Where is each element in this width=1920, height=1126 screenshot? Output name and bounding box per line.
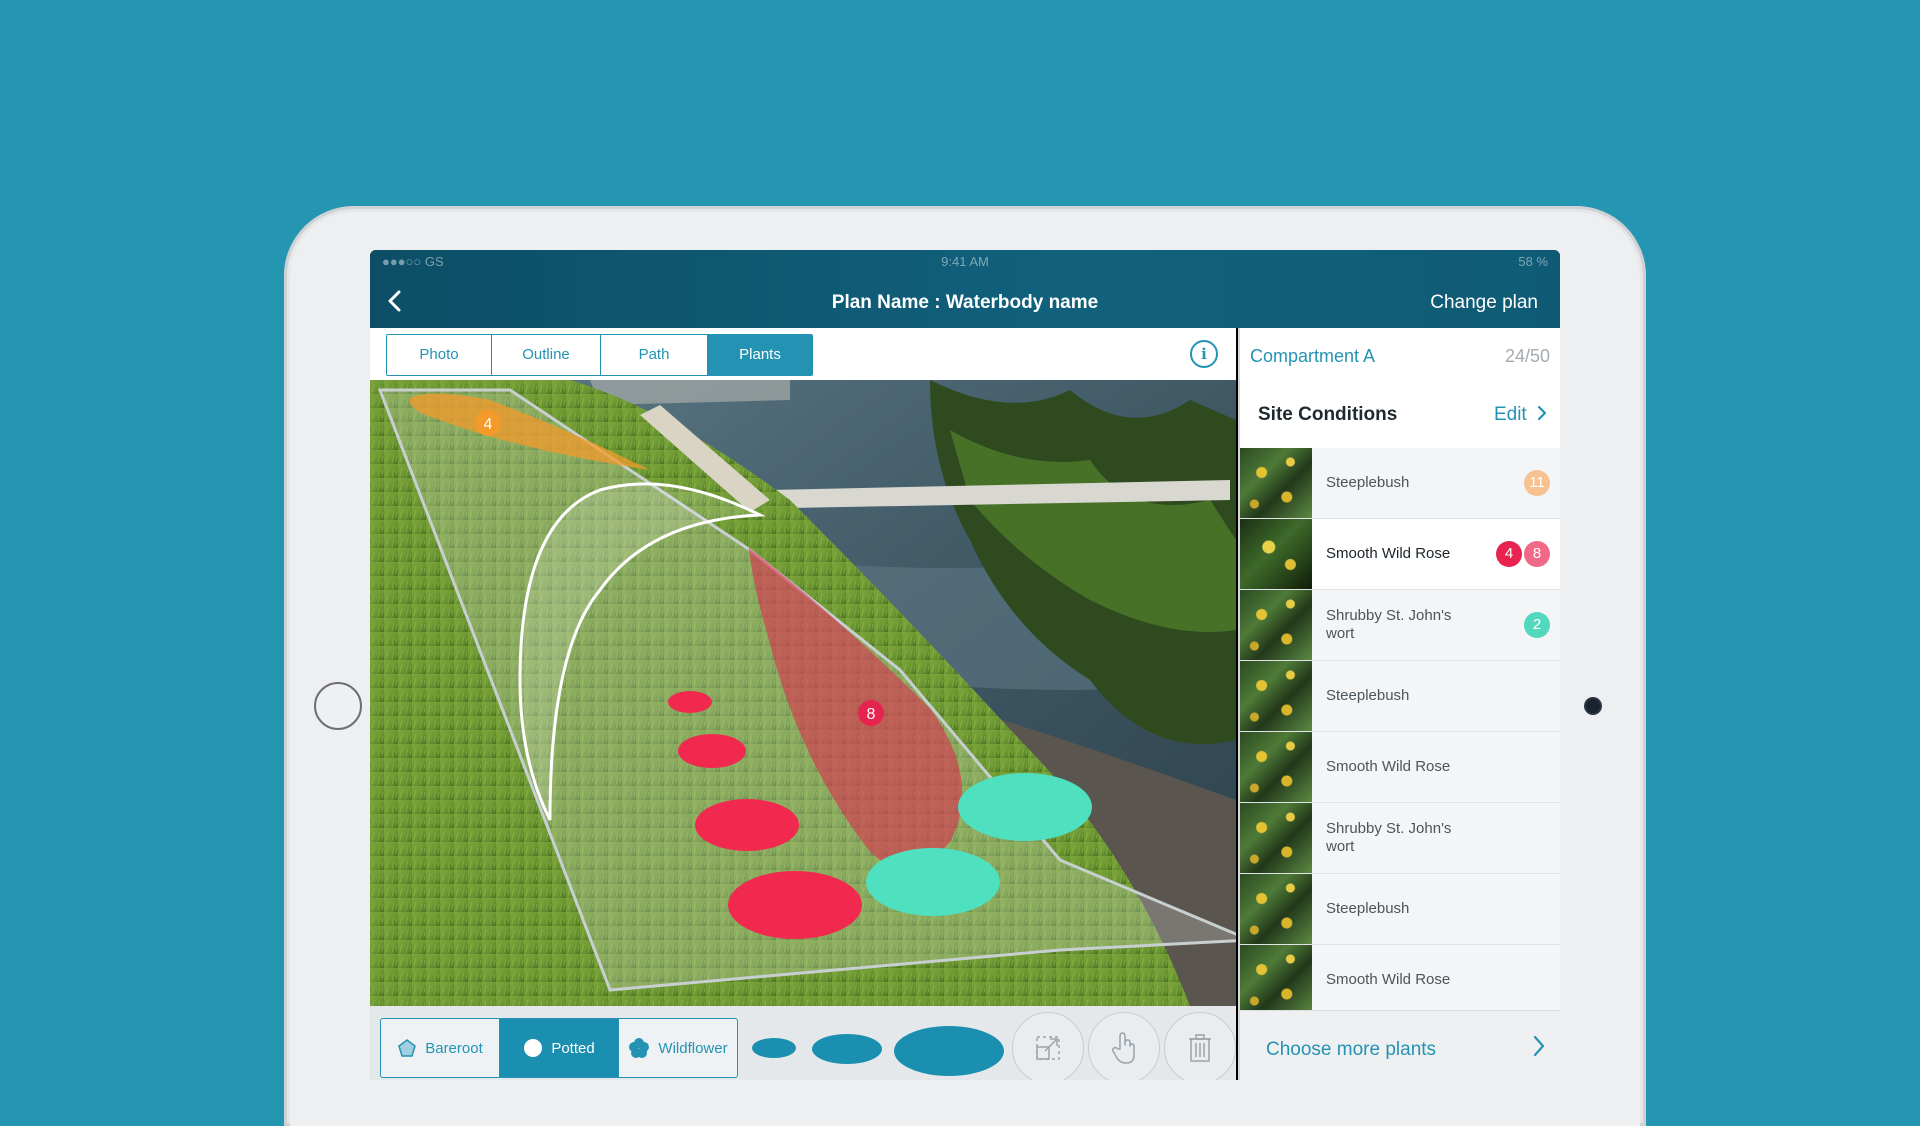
potted-plant-marker[interactable] bbox=[695, 799, 799, 851]
list-item[interactable]: Steeplebush bbox=[1240, 874, 1560, 945]
choose-more-label: Choose more plants bbox=[1266, 1039, 1437, 1060]
size-small-button[interactable] bbox=[752, 1038, 796, 1058]
plant-name: Steeplebush bbox=[1326, 687, 1410, 704]
compartment-selector[interactable]: Compartment A bbox=[1250, 346, 1375, 367]
site-conditions-row: Site Conditions Edit bbox=[1240, 380, 1560, 449]
chevron-right-icon bbox=[1533, 1035, 1545, 1057]
delete-button[interactable] bbox=[1164, 1012, 1236, 1080]
plant-name: Steeplebush bbox=[1326, 900, 1410, 917]
plant-tools-bar: Bareroot Potted Wildflower bbox=[370, 1006, 1236, 1080]
potted-button[interactable]: Potted bbox=[500, 1019, 619, 1077]
plant-thumbnail bbox=[1240, 661, 1312, 731]
photo-canvas[interactable]: 4 8 bbox=[370, 380, 1236, 1006]
plant-name: Shrubby St. John's wort bbox=[1326, 607, 1452, 642]
tab-path[interactable]: Path bbox=[601, 335, 708, 375]
plant-count-badges: 2 bbox=[1524, 612, 1550, 638]
potted-plant-marker[interactable] bbox=[958, 773, 1092, 841]
plant-thumbnail bbox=[1240, 803, 1312, 873]
region-count-label: 8 bbox=[867, 706, 876, 723]
resize-icon bbox=[1036, 1036, 1060, 1060]
potted-plant-marker[interactable] bbox=[678, 734, 746, 768]
count-badge: 4 bbox=[1496, 541, 1522, 567]
count-badge: 2 bbox=[1524, 612, 1550, 638]
trash-icon bbox=[1189, 1034, 1211, 1062]
size-medium-button[interactable] bbox=[812, 1034, 882, 1064]
compartment-header: Compartment A 24/50 bbox=[1240, 328, 1560, 381]
tab-outline[interactable]: Outline bbox=[492, 335, 601, 375]
mode-tabs: Photo Outline Path Plants bbox=[386, 334, 813, 376]
site-photo: 4 8 bbox=[370, 380, 1236, 1006]
list-item[interactable]: Smooth Wild Rose bbox=[1240, 732, 1560, 803]
app-screen: ●●●○○ GS 9:41 AM 58 % Plan Name : Waterb… bbox=[370, 250, 1560, 1080]
tab-plants[interactable]: Plants bbox=[708, 335, 812, 375]
list-item[interactable]: Steeplebush bbox=[1240, 661, 1560, 732]
wildflower-label: Wildflower bbox=[658, 1039, 728, 1057]
plant-count-badges: 4 8 bbox=[1496, 541, 1550, 567]
compartment-count: 24/50 bbox=[1504, 346, 1550, 366]
plant-name: Smooth Wild Rose bbox=[1326, 758, 1451, 775]
plant-count-badges: 11 bbox=[1524, 470, 1550, 496]
plant-name: Smooth Wild Rose bbox=[1326, 545, 1451, 562]
potted-plant-marker[interactable] bbox=[866, 848, 1000, 916]
count-badge: 11 bbox=[1524, 470, 1550, 496]
plant-name: Shrubby St. John's wort bbox=[1326, 820, 1452, 855]
bareroot-button[interactable]: Bareroot bbox=[381, 1019, 500, 1077]
chevron-right-icon bbox=[1537, 405, 1547, 421]
list-item[interactable]: Shrubby St. John's wort bbox=[1240, 803, 1560, 874]
potted-plant-marker[interactable] bbox=[728, 871, 862, 939]
status-time: 9:41 AM bbox=[941, 254, 989, 269]
edit-site-conditions-button[interactable]: Edit bbox=[1494, 404, 1548, 426]
plant-list: Steeplebush 11 Smooth Wild Rose 4 8 Shru… bbox=[1240, 448, 1560, 1010]
plant-thumbnail bbox=[1240, 945, 1312, 1010]
change-plan-button[interactable]: Change plan bbox=[1430, 292, 1538, 314]
editor-toolbar: Photo Outline Path Plants i bbox=[370, 328, 1236, 381]
bareroot-label: Bareroot bbox=[425, 1039, 483, 1057]
edit-label: Edit bbox=[1493, 404, 1527, 425]
plant-thumbnail bbox=[1240, 448, 1312, 518]
plant-thumbnail bbox=[1240, 874, 1312, 944]
status-bar: ●●●○○ GS 9:41 AM 58 % bbox=[370, 250, 1560, 272]
battery-status: 58 % bbox=[1518, 254, 1548, 269]
potted-plant-marker[interactable] bbox=[668, 691, 712, 713]
potted-label: Potted bbox=[551, 1039, 595, 1057]
plant-name: Steeplebush bbox=[1326, 474, 1410, 491]
tab-photo[interactable]: Photo bbox=[387, 335, 492, 375]
info-icon[interactable]: i bbox=[1190, 340, 1218, 368]
list-item[interactable]: Smooth Wild Rose 4 8 bbox=[1240, 519, 1560, 590]
hand-tool-button[interactable] bbox=[1088, 1012, 1160, 1080]
plan-editor: Photo Outline Path Plants i 4 8 Bareroot… bbox=[370, 328, 1236, 1080]
plant-type-selector: Bareroot Potted Wildflower bbox=[380, 1018, 738, 1078]
plant-thumbnail bbox=[1240, 519, 1312, 589]
navigation-bar: ●●●○○ GS 9:41 AM 58 % Plan Name : Waterb… bbox=[370, 250, 1560, 328]
home-button[interactable] bbox=[314, 682, 362, 730]
flower-icon bbox=[629, 1038, 650, 1058]
page-title: Plan Name : Waterbody name bbox=[831, 292, 1099, 313]
list-item[interactable]: Steeplebush 11 bbox=[1240, 448, 1560, 519]
camera-icon bbox=[1586, 699, 1600, 713]
plant-thumbnail bbox=[1240, 732, 1312, 802]
size-large-button[interactable] bbox=[894, 1026, 1004, 1076]
count-badge: 8 bbox=[1524, 541, 1550, 567]
plant-sidebar: Compartment A 24/50 Site Conditions Edit… bbox=[1238, 328, 1560, 1080]
plant-name: Smooth Wild Rose bbox=[1326, 971, 1451, 988]
circle-icon bbox=[524, 1039, 543, 1057]
site-conditions-title: Site Conditions bbox=[1258, 404, 1398, 425]
resize-button[interactable] bbox=[1012, 1012, 1084, 1080]
plant-thumbnail bbox=[1240, 590, 1312, 660]
list-item[interactable]: Shrubby St. John's wort 2 bbox=[1240, 590, 1560, 661]
list-item[interactable]: Smooth Wild Rose bbox=[1240, 945, 1560, 1010]
hand-pointer-icon bbox=[1111, 1032, 1135, 1064]
region-count-label: 4 bbox=[484, 416, 493, 433]
choose-more-plants-button[interactable]: Choose more plants bbox=[1240, 1010, 1560, 1080]
pentagon-icon bbox=[398, 1039, 417, 1057]
wildflower-button[interactable]: Wildflower bbox=[619, 1019, 737, 1077]
